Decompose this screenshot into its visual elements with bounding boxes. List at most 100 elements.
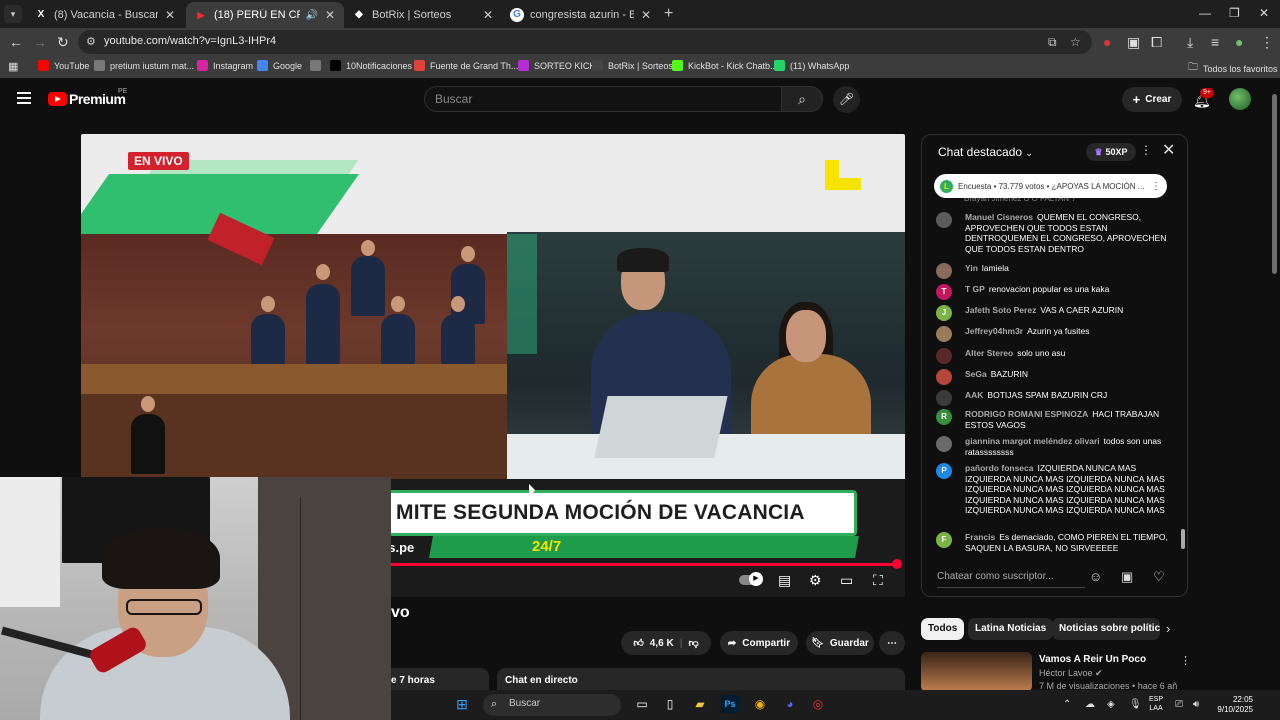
taskbar-search[interactable]: ⌕ Buscar [483,694,621,716]
avatar[interactable]: R [936,409,952,425]
new-tab-button[interactable]: + [664,5,673,23]
chat-message[interactable]: Yin lamiela [936,263,1172,279]
chat-author[interactable]: Jafeth Soto Perez [965,305,1036,315]
close-icon[interactable]: ✕ [164,8,176,22]
media-icon[interactable]: ≡ [1211,34,1219,50]
file-explorer-icon[interactable]: ▰ [691,695,709,713]
chat-author[interactable]: Francis [965,532,995,542]
bookmark-star-icon[interactable]: ☆ [1070,35,1081,49]
discord-icon[interactable]: ◕ [781,695,799,713]
chat-author[interactable]: Alter Stereo [965,348,1013,358]
task-view-icon[interactable]: ▭ [633,695,651,713]
avatar[interactable] [936,390,952,406]
extensions-puzzle-icon[interactable]: ⧠ [1151,34,1162,51]
bookmark-item[interactable]: Fuente de Grand Th... [414,60,518,71]
apps-grid-icon[interactable]: ▦ [8,60,18,73]
search-input[interactable] [435,91,765,107]
search-box[interactable] [424,86,782,112]
app-icon[interactable]: ◎ [809,695,827,713]
tray-chevron-icon[interactable]: ⌃ [1063,699,1071,710]
emoji-icon[interactable]: ☺ [1089,569,1102,584]
like-count[interactable]: 4,6 K [650,638,674,649]
menu-icon[interactable]: ⋮ [1260,34,1274,51]
bookmark-item[interactable]: YouTube [38,60,89,71]
download-icon[interactable]: ⤓ [1187,34,1193,51]
recommended-thumbnail[interactable] [921,652,1032,692]
chat-author[interactable]: giannina margot meléndez olivari [965,436,1100,446]
page-scrollbar[interactable] [1272,94,1277,274]
avatar[interactable] [936,369,952,385]
audio-icon[interactable]: 🔊 [306,10,318,21]
bookmark-item[interactable]: (11) WhatsApp [774,60,849,71]
avatar[interactable] [936,348,952,364]
chat-message[interactable]: Manuel Cisneros QUEMEN EL CONGRESO, APROV… [936,212,1172,254]
search-button[interactable]: ⌕ [781,86,823,112]
close-icon[interactable]: ✕ [482,8,494,22]
chat-message[interactable]: F Francis Es demaciado, COMO PIEREN EL TIE… [936,532,1172,553]
youtube-premium-logo[interactable]: Premium [69,91,126,107]
bookmark-item[interactable]: BotRix | Sorteos [592,60,673,71]
heart-icon[interactable]: ♡ [1153,569,1165,585]
poll-banner[interactable]: L Encuesta • 73.779 votos • ¿APOYAS LA M… [934,174,1167,198]
avatar[interactable]: F [936,532,952,548]
volume-icon[interactable]: 🔊︎ [1193,699,1199,710]
tab-botrix[interactable]: ◆ BotRix | Sorteos ✕ [344,2,502,28]
avatar[interactable] [936,212,952,228]
chat-message[interactable]: AAK BOTIJAS SPAM BAZURIN CRJ [936,390,1172,406]
avatar[interactable]: P [936,463,952,479]
description-text[interactable]: e 7 horas [391,675,435,686]
create-button[interactable]: + Crear [1122,87,1182,112]
chat-message[interactable]: Ppañordo fonseca IZQUIERDA NUNCA MAS IZQU… [936,463,1172,516]
dislike-icon[interactable]: 👎︎ [689,637,699,649]
chat-author[interactable]: Manuel Cisneros [965,212,1033,222]
mic-tray-icon[interactable]: 🎙︎ [1129,699,1142,710]
live-chat-label[interactable]: Chat en directo [505,675,578,686]
share-button[interactable]: ➦ Compartir [720,631,798,655]
restore-icon[interactable]: ❐ [1229,6,1240,20]
chat-author[interactable]: pañordo fonseca [965,463,1033,473]
profile-icon[interactable]: ● [1235,34,1243,50]
avatar[interactable] [936,436,952,452]
chat-author[interactable]: Jeffrey04hm3r [965,326,1023,336]
chat-author[interactable]: RODRIGO ROMANI ESPINOZA [965,409,1088,419]
chat-message[interactable]: giannina margot meléndez olivari todos so… [936,436,1172,457]
tray-app-icon[interactable]: ◈ [1107,699,1115,710]
chat-message[interactable]: J Jafeth Soto Perez VAS A CAER AZURIN [936,305,1172,321]
app-icon[interactable]: ▯ [661,695,679,713]
minimize-icon[interactable]: — [1199,6,1211,20]
tab-vacancia[interactable]: X (8) Vacancia - Buscar / X ✕ [26,2,184,28]
tab-google[interactable]: G congresista azurin - Buscar con Google… [502,2,660,28]
chat-message[interactable]: SeGa BAZURIN [936,369,1172,385]
super-chat-icon[interactable]: ▣ [1121,569,1133,585]
bookmark-item[interactable]: pretium iustum mat... [94,60,194,71]
recommended-channel[interactable]: Héctor Lavoe ✔ [1039,668,1103,679]
chat-scrollbar[interactable] [1181,529,1185,549]
onedrive-icon[interactable]: ☁ [1085,699,1095,710]
save-button[interactable]: 🔖︎ Guardar [806,631,874,655]
progress-scrubber[interactable] [892,559,902,569]
site-info-icon[interactable]: ⚙ [86,35,96,48]
bookmark-item[interactable] [310,60,321,71]
tab-search-icon[interactable]: ▾ [4,5,22,23]
cast-icon[interactable]: ⧉ [1048,35,1057,50]
like-icon[interactable]: 👍︎ [633,637,643,649]
chip-todos[interactable]: Todos [921,618,965,640]
language-indicator[interactable]: ESP LAA [1149,695,1163,713]
network-icon[interactable]: ⎚ [1175,699,1183,710]
chip-latina-noticias[interactable]: Latina Noticias [968,618,1054,640]
bookmark-item[interactable]: KickBot - Kick Chatb... [672,60,778,71]
close-icon[interactable]: ✕ [1162,140,1175,160]
forward-icon[interactable]: → [33,34,47,50]
photoshop-icon[interactable]: Ps [721,695,739,713]
chat-message[interactable]: T T GP renovacion popular es una kaka [936,284,1172,300]
avatar[interactable] [936,263,952,279]
url-text[interactable]: youtube.com/watch?v=IgnL3-IHPr4 [104,35,276,47]
back-icon[interactable]: ← [9,34,23,50]
settings-gear-icon[interactable]: ⚙ [809,572,822,589]
recommended-more-icon[interactable]: ⋮ [1180,654,1191,667]
chat-author[interactable]: SeGa [965,369,987,379]
chip-noticias-politica[interactable]: Noticias sobre política [1052,618,1160,640]
chat-author[interactable]: T GP [965,284,985,294]
recommended-title[interactable]: Vamos A Reir Un Poco [1039,654,1146,665]
clock[interactable]: 22:05 9/10/2025 [1211,695,1253,715]
